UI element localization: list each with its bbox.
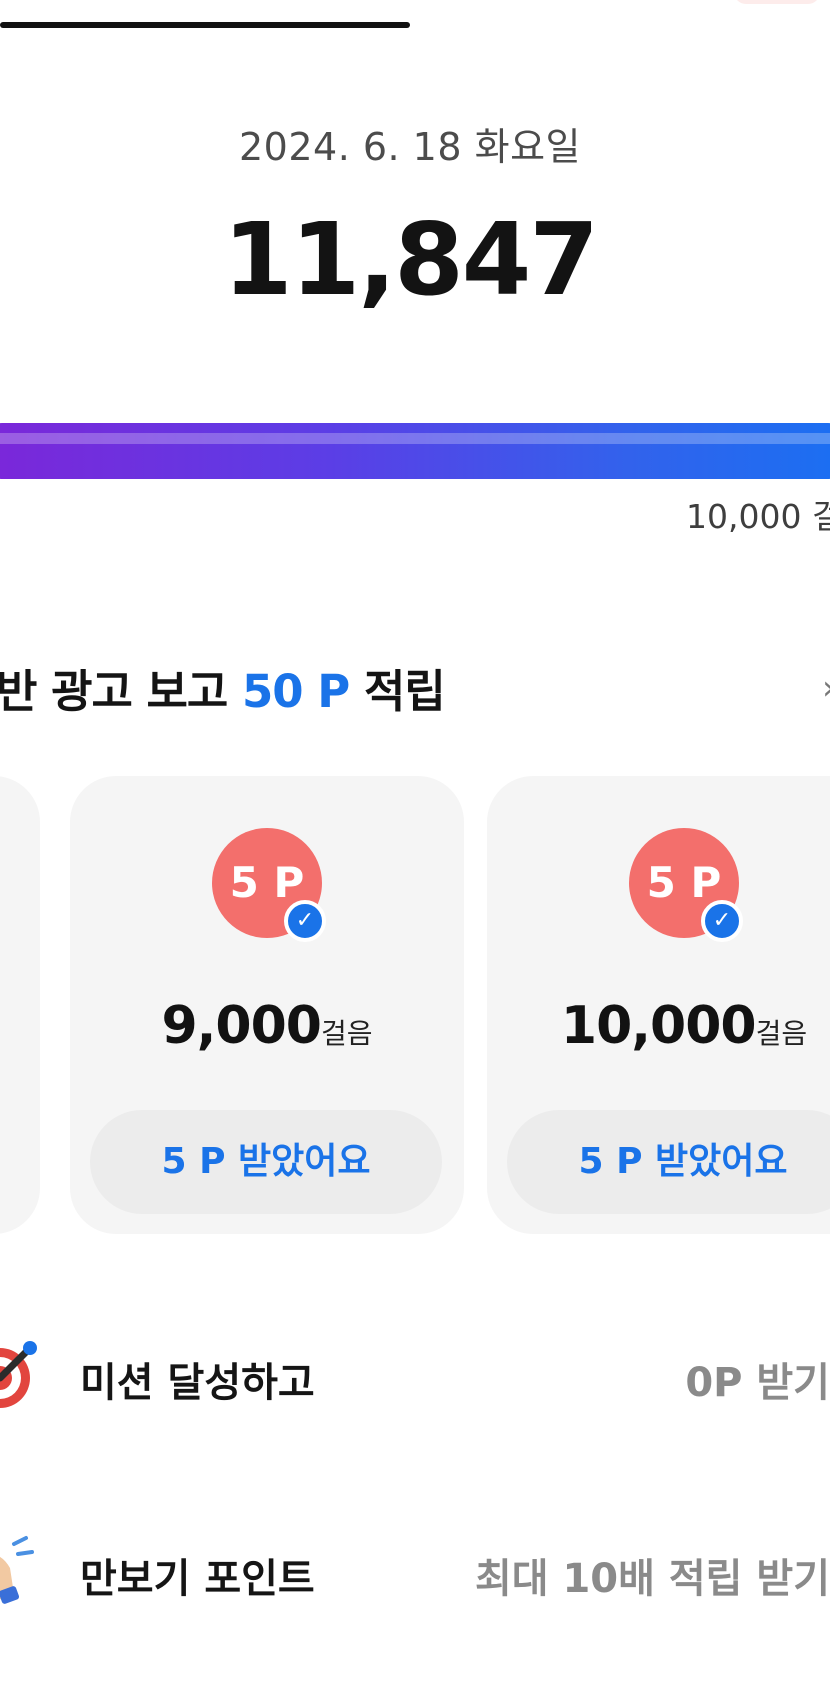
ad-reward-points: 50 P (242, 665, 350, 718)
pedometer-points-reward: 최대 10배 적립 받기 (474, 1556, 830, 1602)
reward-card-partial[interactable] (0, 776, 40, 1234)
card-steps-number: 10,000 (560, 996, 757, 1056)
mission-reward: 0P 받기 (685, 1360, 830, 1406)
ad-reward-title: 반 광고 보고 50 P 적립 (0, 655, 446, 720)
check-icon: ✓ (701, 900, 743, 942)
card-steps-unit: 걸음 (320, 1017, 373, 1050)
pedometer-screen: 2024. 6. 18 화요일 11,847 10,000 걸 반 광고 보고 … (0, 0, 830, 1695)
card-steps: 9,000걸음 (70, 996, 464, 1056)
step-progress-bar (0, 423, 830, 479)
card-steps-unit: 걸음 (755, 1017, 808, 1050)
top-right-button[interactable] (734, 0, 820, 4)
goal-label: 10,000 걸 (686, 497, 830, 536)
step-count: 11,847 (223, 201, 599, 318)
progress-fill (0, 423, 830, 479)
pedometer-points-row[interactable]: 만보기 포인트 최대 10배 적립 받기 (0, 1520, 830, 1640)
progress-shine (0, 433, 830, 444)
target-icon (0, 1341, 37, 1408)
reward-card[interactable]: 5 P ✓ 9,000걸음 5 P 받았어요 (70, 776, 464, 1234)
ad-reward-title-prefix: 반 광고 보고 (0, 665, 242, 718)
card-steps: 10,000걸음 (487, 996, 830, 1056)
check-icon: ✓ (284, 900, 326, 942)
card-steps-number: 9,000 (161, 996, 321, 1056)
mission-row[interactable]: 미션 달성하고 0P 받기 (0, 1324, 830, 1444)
pedometer-points-title: 만보기 포인트 (80, 1556, 315, 1602)
active-tab-indicator (0, 22, 410, 28)
reward-card[interactable]: 5 P ✓ 10,000걸음 5 P 받았어요 (487, 776, 830, 1234)
section-more-icon[interactable]: › (822, 668, 830, 708)
date-label: 2024. 6. 18 화요일 (238, 125, 581, 169)
reward-received-button[interactable]: 5 P 받았어요 (507, 1110, 830, 1214)
mission-title: 미션 달성하고 (80, 1360, 315, 1406)
reward-received-button[interactable]: 5 P 받았어요 (90, 1110, 442, 1214)
ad-reward-title-suffix: 적립 (349, 665, 446, 718)
hand-icon (0, 1536, 34, 1604)
